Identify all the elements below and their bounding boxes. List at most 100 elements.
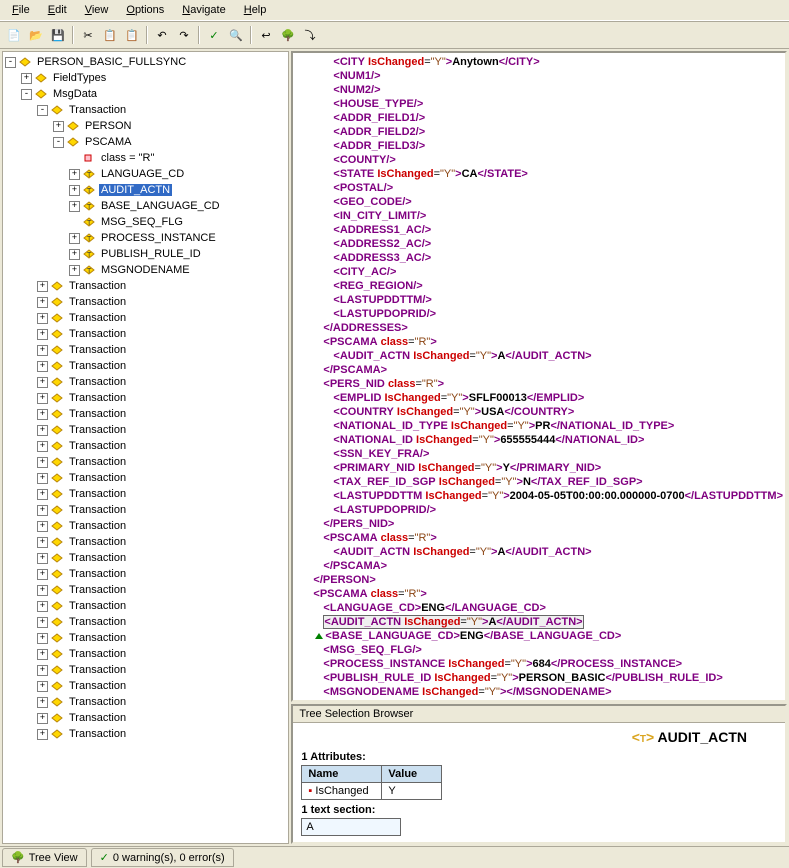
- xml-line[interactable]: <LASTUPDOPRID/>: [293, 307, 785, 321]
- xml-line[interactable]: </PSCAMA>: [293, 699, 785, 702]
- tree-transaction-collapsed[interactable]: +Transaction: [5, 502, 286, 518]
- xml-line[interactable]: <HOUSE_TYPE/>: [293, 97, 785, 111]
- fetch-icon[interactable]: ⤵: [300, 25, 320, 45]
- tree-transaction-collapsed[interactable]: +Transaction: [5, 550, 286, 566]
- xml-line[interactable]: <LASTUPDOPRID/>: [293, 503, 785, 517]
- tree-procinst[interactable]: +TPROCESS_INSTANCE: [5, 230, 286, 246]
- expand-icon[interactable]: +: [37, 345, 48, 356]
- tree-auditactn[interactable]: +TAUDIT_ACTN: [5, 182, 286, 198]
- tree-transaction-collapsed[interactable]: +Transaction: [5, 438, 286, 454]
- xml-line[interactable]: <LASTUPDDTTM/>: [293, 293, 785, 307]
- tree-transaction-collapsed[interactable]: +Transaction: [5, 294, 286, 310]
- expand-icon[interactable]: +: [37, 681, 48, 692]
- xml-line[interactable]: <REG_REGION/>: [293, 279, 785, 293]
- menu-help[interactable]: Help: [236, 2, 275, 18]
- xml-line[interactable]: <CITY_AC/>: [293, 265, 785, 279]
- xml-line[interactable]: <AUDIT_ACTN IsChanged="Y">A</AUDIT_ACTN>: [293, 545, 785, 559]
- tree-languagecd[interactable]: +TLANGUAGE_CD: [5, 166, 286, 182]
- xml-line[interactable]: <AUDIT_ACTN IsChanged="Y">A</AUDIT_ACTN>: [293, 615, 785, 629]
- tree-transaction-collapsed[interactable]: +Transaction: [5, 694, 286, 710]
- tree-baselang[interactable]: +TBASE_LANGUAGE_CD: [5, 198, 286, 214]
- tree-root[interactable]: -PERSON_BASIC_FULLSYNC: [5, 54, 286, 70]
- expand-icon[interactable]: +: [37, 489, 48, 500]
- new-icon[interactable]: 📄: [4, 25, 24, 45]
- tree-pubrule[interactable]: +TPUBLISH_RULE_ID: [5, 246, 286, 262]
- expand-icon[interactable]: +: [37, 649, 48, 660]
- expand-icon[interactable]: +: [37, 697, 48, 708]
- xml-line[interactable]: <ADDR_FIELD2/>: [293, 125, 785, 139]
- tree-panel[interactable]: -PERSON_BASIC_FULLSYNC+FieldTypes-MsgDat…: [2, 51, 289, 844]
- collapse-icon[interactable]: -: [53, 137, 64, 148]
- xml-line[interactable]: <PSCAMA class="R">: [293, 335, 785, 349]
- tree-transaction-collapsed[interactable]: +Transaction: [5, 518, 286, 534]
- xml-line[interactable]: <BASE_LANGUAGE_CD>ENG</BASE_LANGUAGE_CD>: [293, 629, 785, 643]
- tree-transaction-collapsed[interactable]: +Transaction: [5, 406, 286, 422]
- tree-msgnode[interactable]: +TMSGNODENAME: [5, 262, 286, 278]
- xml-line[interactable]: <CITY IsChanged="Y">Anytown</CITY>: [293, 55, 785, 69]
- tree-transaction[interactable]: -Transaction: [5, 102, 286, 118]
- expand-icon[interactable]: +: [37, 377, 48, 388]
- wrap-icon[interactable]: ↩: [256, 25, 276, 45]
- tree-transaction-collapsed[interactable]: +Transaction: [5, 630, 286, 646]
- expand-icon[interactable]: +: [69, 265, 80, 276]
- expand-icon[interactable]: +: [53, 121, 64, 132]
- open-icon[interactable]: 📂: [26, 25, 46, 45]
- expand-icon[interactable]: +: [37, 665, 48, 676]
- tree-icon[interactable]: 🌳: [278, 25, 298, 45]
- save-icon[interactable]: 💾: [48, 25, 68, 45]
- tree-transaction-collapsed[interactable]: +Transaction: [5, 710, 286, 726]
- xml-line[interactable]: <ADDRESS1_AC/>: [293, 223, 785, 237]
- xml-line[interactable]: <PSCAMA class="R">: [293, 587, 785, 601]
- xml-line[interactable]: <NUM1/>: [293, 69, 785, 83]
- expand-icon[interactable]: +: [69, 169, 80, 180]
- errors-tab[interactable]: ✓ 0 warning(s), 0 error(s): [91, 848, 234, 867]
- tree-transaction-collapsed[interactable]: +Transaction: [5, 678, 286, 694]
- expand-icon[interactable]: +: [37, 473, 48, 484]
- expand-icon[interactable]: +: [37, 409, 48, 420]
- expand-icon[interactable]: +: [21, 73, 32, 84]
- expand-icon[interactable]: +: [37, 361, 48, 372]
- validate-icon[interactable]: ✓: [204, 25, 224, 45]
- text-value[interactable]: A: [301, 818, 401, 836]
- tree-transaction-collapsed[interactable]: +Transaction: [5, 374, 286, 390]
- expand-icon[interactable]: +: [37, 601, 48, 612]
- xml-line[interactable]: <COUNTY/>: [293, 153, 785, 167]
- expand-icon[interactable]: +: [37, 633, 48, 644]
- collapse-icon[interactable]: -: [5, 57, 16, 68]
- xml-line[interactable]: <PERS_NID class="R">: [293, 377, 785, 391]
- expand-icon[interactable]: +: [37, 393, 48, 404]
- expand-icon[interactable]: +: [69, 249, 80, 260]
- xml-line[interactable]: <PRIMARY_NID IsChanged="Y">Y</PRIMARY_NI…: [293, 461, 785, 475]
- xml-line[interactable]: <AUDIT_ACTN IsChanged="Y">A</AUDIT_ACTN>: [293, 349, 785, 363]
- expand-icon[interactable]: +: [37, 569, 48, 580]
- tree-msgseq[interactable]: TMSG_SEQ_FLG: [5, 214, 286, 230]
- xml-line[interactable]: <PSCAMA class="R">: [293, 531, 785, 545]
- xml-line[interactable]: <ADDRESS2_AC/>: [293, 237, 785, 251]
- tree-person[interactable]: +PERSON: [5, 118, 286, 134]
- xml-line[interactable]: <ADDR_FIELD1/>: [293, 111, 785, 125]
- menu-options[interactable]: Options: [118, 2, 172, 18]
- expand-icon[interactable]: +: [37, 425, 48, 436]
- tree-transaction-collapsed[interactable]: +Transaction: [5, 454, 286, 470]
- xml-line[interactable]: <TAX_REF_ID_SGP IsChanged="Y">N</TAX_REF…: [293, 475, 785, 489]
- menu-file[interactable]: File: [4, 2, 38, 18]
- xml-line[interactable]: </ADDRESSES>: [293, 321, 785, 335]
- tree-transaction-collapsed[interactable]: +Transaction: [5, 390, 286, 406]
- menu-navigate[interactable]: Navigate: [174, 2, 233, 18]
- tree-transaction-collapsed[interactable]: +Transaction: [5, 422, 286, 438]
- cut-icon[interactable]: ✂: [78, 25, 98, 45]
- xml-line[interactable]: <COUNTRY IsChanged="Y">USA</COUNTRY>: [293, 405, 785, 419]
- tree-transaction-collapsed[interactable]: +Transaction: [5, 662, 286, 678]
- xml-line[interactable]: <ADDR_FIELD3/>: [293, 139, 785, 153]
- expand-icon[interactable]: +: [37, 441, 48, 452]
- xml-line[interactable]: <EMPLID IsChanged="Y">SFLF00013</EMPLID>: [293, 391, 785, 405]
- menu-edit[interactable]: Edit: [40, 2, 75, 18]
- tree-transaction-collapsed[interactable]: +Transaction: [5, 310, 286, 326]
- xml-line[interactable]: <LANGUAGE_CD>ENG</LANGUAGE_CD>: [293, 601, 785, 615]
- xml-line[interactable]: <PROCESS_INSTANCE IsChanged="Y">684</PRO…: [293, 657, 785, 671]
- tree-transaction-collapsed[interactable]: +Transaction: [5, 614, 286, 630]
- tree-transaction-collapsed[interactable]: +Transaction: [5, 646, 286, 662]
- expand-icon[interactable]: +: [37, 281, 48, 292]
- tree-transaction-collapsed[interactable]: +Transaction: [5, 598, 286, 614]
- tree-transaction-collapsed[interactable]: +Transaction: [5, 470, 286, 486]
